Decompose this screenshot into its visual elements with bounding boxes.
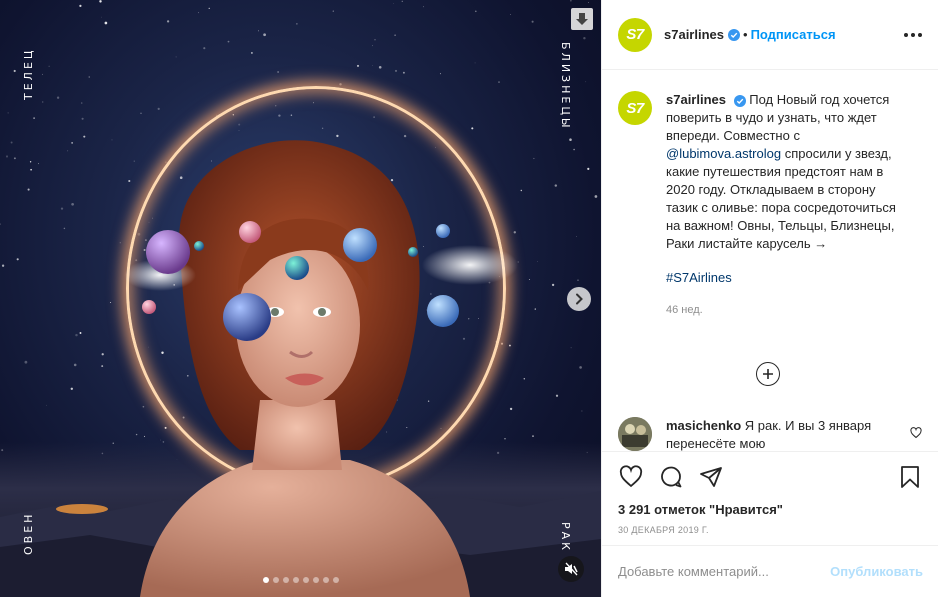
- carousel-dot: [263, 577, 269, 583]
- post-actions-area: 3 291 отметок "Нравится" 30 ДЕКАБРЯ 2019…: [602, 451, 938, 535]
- hashtag-link[interactable]: #S7Airlines: [666, 270, 732, 285]
- chevron-right-icon: [576, 293, 583, 305]
- follow-button[interactable]: Подписаться: [751, 27, 836, 42]
- carousel-dot: [313, 577, 319, 583]
- download-arrow-icon: [576, 13, 588, 25]
- carousel-indicator: [263, 577, 339, 583]
- commenter-avatar[interactable]: [618, 417, 652, 451]
- caption-body-part2: спросили у звезд, какие путешествия пред…: [666, 146, 896, 251]
- save-media-button[interactable]: [571, 8, 593, 30]
- bookmark-icon[interactable]: [897, 464, 923, 490]
- header-separator: •: [743, 27, 748, 42]
- zodiac-label-cancer: РАК: [559, 522, 572, 553]
- action-bar: [602, 452, 938, 498]
- carousel-dot: [303, 577, 309, 583]
- comment-bubble-icon[interactable]: [658, 464, 684, 490]
- verified-badge-icon: [733, 94, 746, 107]
- mention-link[interactable]: @lubimova.astrolog: [666, 146, 781, 161]
- mute-button[interactable]: [558, 556, 584, 582]
- caption-avatar[interactable]: S7: [618, 91, 652, 125]
- avatar-logo-text: S7: [626, 99, 644, 117]
- carousel-dot: [333, 577, 339, 583]
- load-more-comments-button[interactable]: [756, 362, 780, 386]
- more-options-icon[interactable]: [904, 32, 922, 37]
- likes-count[interactable]: 3 291 отметок "Нравится": [602, 502, 938, 517]
- publish-button[interactable]: Опубликовать: [830, 564, 923, 579]
- like-heart-icon[interactable]: [618, 464, 644, 490]
- post-caption: S7 s7airlines Под Новый год хочется пове…: [602, 71, 938, 319]
- comment-like-heart-icon[interactable]: [910, 427, 922, 451]
- post-media[interactable]: ТЕЛЕЦ БЛИЗНЕЦЫ ОВЕН РАК: [0, 0, 601, 597]
- avatar-logo-text: S7: [626, 26, 644, 43]
- comment-input[interactable]: [618, 564, 831, 579]
- commenter-username[interactable]: masichenko: [666, 418, 741, 433]
- comment-text: masichenko Я рак. И вы 3 января перенесё…: [666, 417, 886, 451]
- post-view: ТЕЛЕЦ БЛИЗНЕЦЫ ОВЕН РАК S7 s7airlines • …: [0, 0, 938, 597]
- avatar[interactable]: S7: [618, 17, 652, 52]
- carousel-dot: [323, 577, 329, 583]
- planets: [124, 221, 518, 341]
- zodiac-label-gemini: БЛИЗНЕЦЫ: [559, 42, 572, 131]
- carousel-next-button[interactable]: [567, 287, 591, 311]
- username-link[interactable]: s7airlines: [664, 27, 724, 42]
- comments-section[interactable]: S7 s7airlines Под Новый год хочется пове…: [602, 71, 938, 451]
- caption-text: s7airlines Под Новый год хочется поверит…: [666, 91, 906, 319]
- post-date[interactable]: 30 ДЕКАБРЯ 2019 Г.: [602, 525, 938, 535]
- speaker-muted-icon: [565, 562, 578, 576]
- post-header: S7 s7airlines • Подписаться: [602, 0, 938, 70]
- zodiac-label-taurus: ТЕЛЕЦ: [22, 47, 35, 100]
- carousel-dot: [283, 577, 289, 583]
- verified-badge-icon: [728, 28, 740, 41]
- share-paper-plane-icon[interactable]: [698, 464, 724, 490]
- zodiac-label-aries: ОВЕН: [22, 511, 35, 555]
- comment-item: masichenko Я рак. И вы 3 января перенесё…: [618, 417, 922, 451]
- add-comment-form: Опубликовать: [602, 545, 938, 597]
- post-side-panel: S7 s7airlines • Подписаться S7 s7airline…: [601, 0, 938, 597]
- caption-timestamp[interactable]: 46 нед.: [666, 301, 906, 319]
- caption-username[interactable]: s7airlines: [666, 92, 726, 107]
- carousel-dot: [293, 577, 299, 583]
- plus-icon: [763, 369, 773, 379]
- carousel-dot: [273, 577, 279, 583]
